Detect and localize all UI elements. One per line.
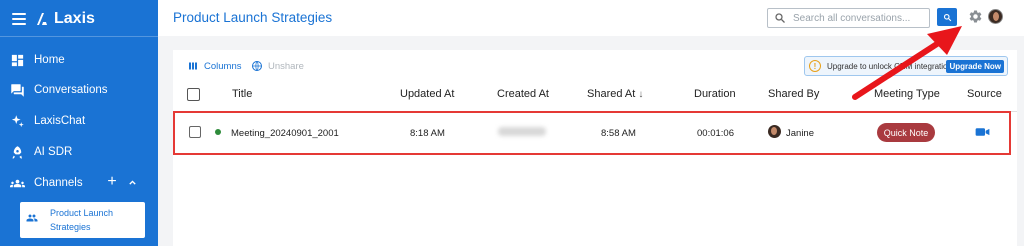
columns-button[interactable]: Columns: [187, 60, 242, 72]
select-all-checkbox[interactable]: [187, 88, 200, 101]
avatar[interactable]: [988, 9, 1003, 24]
upgrade-now-button[interactable]: Upgrade Now: [946, 60, 1004, 73]
column-header-shared-by[interactable]: Shared By: [768, 88, 819, 100]
add-channel-icon[interactable]: +: [105, 174, 119, 190]
upgrade-banner: ! Upgrade to unlock CRM integration Upgr…: [804, 56, 1008, 76]
sidebar-item-label: AI SDR: [34, 146, 73, 158]
page-title: Product Launch Strategies: [173, 10, 333, 25]
unshare-button[interactable]: Unshare: [251, 60, 304, 72]
app-name: Laxis: [54, 10, 95, 27]
app-logo[interactable]: Laxis: [34, 10, 95, 28]
search-icon: [775, 13, 785, 23]
columns-label: Columns: [204, 60, 242, 72]
rocket-icon: [10, 145, 25, 160]
row-shared-at: 8:58 AM: [601, 128, 636, 139]
sort-descending-icon[interactable]: ↓: [638, 89, 643, 100]
sidebar-divider: [0, 36, 158, 37]
row-shared-by: Janine: [786, 128, 814, 139]
brand: Laxis: [12, 6, 95, 32]
sidebar-item-home[interactable]: Home: [10, 50, 65, 70]
meeting-type-badge[interactable]: Quick Note: [877, 123, 935, 142]
row-checkbox[interactable]: [189, 126, 201, 138]
sidebar-item-label: Channels: [34, 177, 83, 189]
column-header-shared-at[interactable]: Shared At ↓: [587, 88, 643, 100]
column-header-source[interactable]: Source: [967, 88, 1002, 100]
sparkle-icon: [10, 114, 25, 129]
dashboard-icon: [10, 53, 25, 68]
gear-icon[interactable]: [968, 9, 983, 24]
info-icon: !: [809, 60, 821, 72]
row-created-at-redacted: [498, 127, 546, 136]
sidebar-subitem-label: Product Launch Strategies: [50, 208, 114, 232]
column-header-title[interactable]: Title: [232, 88, 252, 100]
search-button[interactable]: [937, 8, 957, 26]
row-duration: 00:01:06: [697, 128, 734, 139]
channels-controls: +: [105, 174, 139, 190]
column-header-created-at[interactable]: Created At: [497, 88, 549, 100]
upgrade-message: Upgrade to unlock CRM integration: [827, 61, 949, 71]
search-box[interactable]: [767, 8, 930, 28]
sidebar-item-channels[interactable]: Channels: [10, 173, 83, 193]
row-title[interactable]: Meeting_20240901_2001: [231, 128, 339, 139]
search-icon: [943, 13, 951, 21]
group-icon: [26, 211, 38, 229]
avatar: [768, 125, 781, 138]
column-header-meeting-type[interactable]: Meeting Type: [874, 88, 940, 100]
laxis-logo-icon: [37, 13, 47, 25]
unshare-icon: [252, 61, 262, 71]
chat-icon: [10, 83, 25, 98]
sidebar-item-ai-sdr[interactable]: AI SDR: [10, 142, 72, 162]
sidebar-item-label: LaxisChat: [34, 115, 86, 127]
sidebar-item-conversations[interactable]: Conversations: [10, 80, 108, 100]
unshare-label: Unshare: [268, 60, 304, 72]
sidebar-item-label: Home: [34, 54, 65, 66]
video-camera-icon[interactable]: [975, 126, 990, 138]
columns-icon: [189, 62, 197, 70]
sidebar-subitem-product-launch-strategies[interactable]: Product Launch Strategies: [20, 202, 145, 238]
chevron-up-icon[interactable]: [125, 175, 139, 189]
column-header-duration[interactable]: Duration: [694, 88, 736, 100]
sidebar: Laxis Home Conversations LaxisChat AI SD…: [0, 0, 158, 246]
column-header-label: Shared At: [587, 88, 636, 100]
sidebar-item-label: Conversations: [34, 84, 108, 96]
search-input[interactable]: [793, 12, 923, 24]
status-dot: [215, 129, 221, 135]
hamburger-menu-icon[interactable]: [12, 13, 26, 25]
group-icon: [10, 176, 25, 191]
row-updated-at: 8:18 AM: [410, 128, 445, 139]
sidebar-item-laxischat[interactable]: LaxisChat: [10, 111, 85, 131]
column-header-updated-at[interactable]: Updated At: [400, 88, 454, 100]
